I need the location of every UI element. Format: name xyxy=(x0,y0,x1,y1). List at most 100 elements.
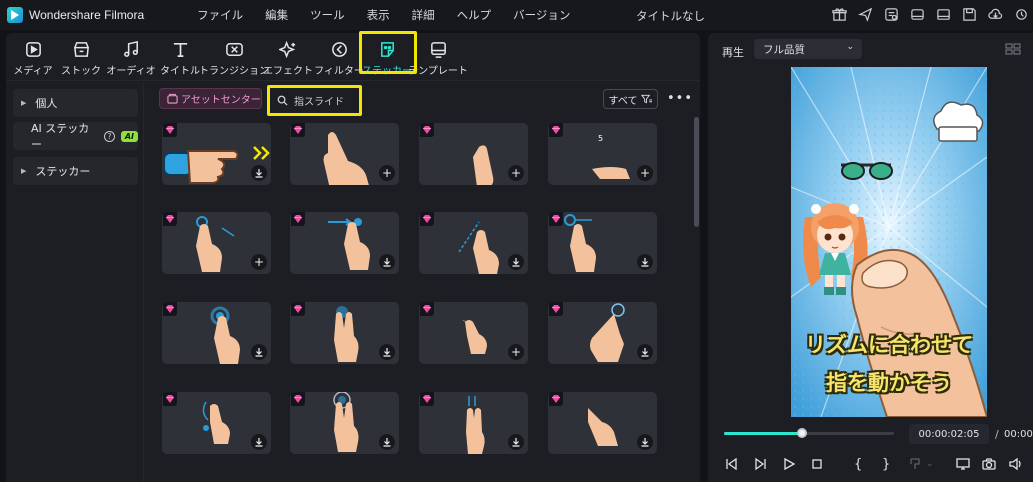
mark-out-icon[interactable]: } xyxy=(882,455,890,473)
search-icon xyxy=(277,95,288,106)
camera-icon[interactable] xyxy=(982,455,996,473)
tab-media[interactable]: メディア xyxy=(10,35,56,79)
tab-template[interactable]: テンプレート xyxy=(408,35,468,79)
volume-icon[interactable] xyxy=(1008,455,1022,473)
search-input[interactable] xyxy=(294,94,354,106)
sidebar-item-personal[interactable]: ▶ 個人 xyxy=(13,89,138,117)
download-icon xyxy=(383,438,391,447)
quality-dropdown[interactable]: フル品質 ⌄ xyxy=(754,39,862,59)
premium-gem-icon xyxy=(163,302,177,316)
sync-icon[interactable] xyxy=(1013,6,1029,22)
more-options-button[interactable]: ••• xyxy=(667,91,693,106)
play-icon[interactable] xyxy=(782,455,796,473)
tab-transition-label: トランジション xyxy=(199,66,269,77)
time-separator: / xyxy=(995,428,999,441)
title-bar: Wondershare Filmora ファイル 編集 ツール 表示 詳細 ヘル… xyxy=(0,0,1033,30)
download-sticker-button[interactable] xyxy=(379,344,395,360)
screen-icon[interactable] xyxy=(956,455,970,473)
menu-help[interactable]: ヘルプ xyxy=(446,7,503,23)
premium-gem-icon xyxy=(420,392,434,406)
add-sticker-button[interactable]: + xyxy=(637,165,653,181)
sticker-card[interactable]: + xyxy=(419,123,528,185)
template-icon[interactable] xyxy=(909,6,925,22)
sticker-card[interactable] xyxy=(419,392,528,454)
download-sticker-button[interactable] xyxy=(251,434,267,450)
sticker-card[interactable] xyxy=(290,302,399,364)
gift-icon[interactable] xyxy=(831,6,847,22)
sticker-card[interactable] xyxy=(290,392,399,454)
sticker-card[interactable] xyxy=(162,123,271,185)
transition-icon xyxy=(223,38,245,60)
sticker-card[interactable] xyxy=(162,302,271,364)
current-time[interactable]: 00:00:02:05 xyxy=(909,424,989,444)
download-sticker-button[interactable] xyxy=(251,344,267,360)
next-frame-icon[interactable] xyxy=(754,455,768,473)
save-icon[interactable] xyxy=(961,6,977,22)
download-icon xyxy=(512,438,520,447)
sticker-card[interactable]: + xyxy=(162,212,271,274)
prev-frame-icon[interactable] xyxy=(724,455,738,473)
sticker-card[interactable] xyxy=(548,392,657,454)
sticker-card[interactable] xyxy=(162,392,271,454)
sticker-card[interactable]: 55+ xyxy=(548,123,657,185)
sidebar-item-sticker[interactable]: ▶ ステッカー xyxy=(13,157,138,185)
layout-icon[interactable] xyxy=(935,6,951,22)
stop-icon[interactable] xyxy=(810,455,824,473)
add-sticker-button[interactable]: + xyxy=(379,165,395,181)
chevron-down-icon[interactable]: ⌄ xyxy=(926,455,934,473)
menu-tools[interactable]: ツール xyxy=(299,7,356,23)
send-icon[interactable] xyxy=(857,6,873,22)
media-file-icon[interactable] xyxy=(883,6,899,22)
download-sticker-button[interactable] xyxy=(637,344,653,360)
download-sticker-button[interactable] xyxy=(637,254,653,270)
stock-icon xyxy=(70,38,92,60)
premium-gem-icon xyxy=(291,212,305,226)
tab-filter[interactable]: フィルター xyxy=(314,35,364,79)
menu-edit[interactable]: 編集 xyxy=(254,7,299,23)
sticker-card[interactable] xyxy=(548,212,657,274)
asset-center-button[interactable]: アセットセンター xyxy=(159,88,262,109)
media-library-panel: メディア ストック オーディオ タイトル トランジション エフェクト フィルター xyxy=(6,31,700,482)
download-sticker-button[interactable] xyxy=(251,165,267,181)
sticker-card[interactable]: + xyxy=(290,123,399,185)
grid-view-icon[interactable] xyxy=(1005,43,1021,55)
tab-title[interactable]: タイトル xyxy=(158,35,202,79)
download-sticker-button[interactable] xyxy=(637,434,653,450)
snapshot-marker-icon[interactable] xyxy=(908,455,922,473)
download-sticker-button[interactable] xyxy=(379,254,395,270)
download-sticker-button[interactable] xyxy=(508,434,524,450)
menu-file[interactable]: ファイル xyxy=(186,7,254,23)
tab-stock[interactable]: ストック xyxy=(58,35,104,79)
menu-view[interactable]: 表示 xyxy=(356,7,401,23)
menu-advanced[interactable]: 詳細 xyxy=(401,7,446,23)
tab-effect[interactable]: エフェクト xyxy=(263,35,313,79)
menu-version[interactable]: バージョン xyxy=(502,7,581,23)
add-sticker-button[interactable]: + xyxy=(508,344,524,360)
mark-in-icon[interactable]: { xyxy=(854,455,862,473)
app-name: Wondershare Filmora xyxy=(29,8,145,22)
tab-sticker[interactable]: ステッカー xyxy=(362,35,412,79)
sticker-card[interactable] xyxy=(548,302,657,364)
playback-timeline[interactable] xyxy=(724,428,894,438)
premium-gem-icon xyxy=(291,123,305,137)
add-sticker-button[interactable]: + xyxy=(251,254,267,270)
sidebar-item-ai-sticker[interactable]: AI ステッカー ? AI xyxy=(13,122,138,151)
download-sticker-button[interactable] xyxy=(379,434,395,450)
add-sticker-button[interactable]: + xyxy=(508,165,524,181)
download-sticker-button[interactable] xyxy=(508,254,524,270)
video-preview[interactable]: リズムに合わせて 指を動かそう xyxy=(791,67,987,417)
search-box[interactable] xyxy=(270,88,360,112)
help-icon[interactable]: ? xyxy=(104,130,115,142)
scrollbar[interactable] xyxy=(694,117,699,227)
cloud-icon[interactable] xyxy=(987,6,1003,22)
tab-audio[interactable]: オーディオ xyxy=(106,35,156,79)
sticker-card[interactable]: + xyxy=(419,302,528,364)
sticker-card[interactable] xyxy=(290,212,399,274)
playback-controls: { } ⌄ xyxy=(724,455,1033,475)
filter-dropdown[interactable]: すべて xyxy=(603,89,658,109)
sticker-icon xyxy=(376,38,398,60)
playhead-handle[interactable] xyxy=(797,428,808,438)
premium-gem-icon xyxy=(549,302,563,316)
sticker-card[interactable] xyxy=(419,212,528,274)
tab-transition[interactable]: トランジション xyxy=(199,35,269,79)
